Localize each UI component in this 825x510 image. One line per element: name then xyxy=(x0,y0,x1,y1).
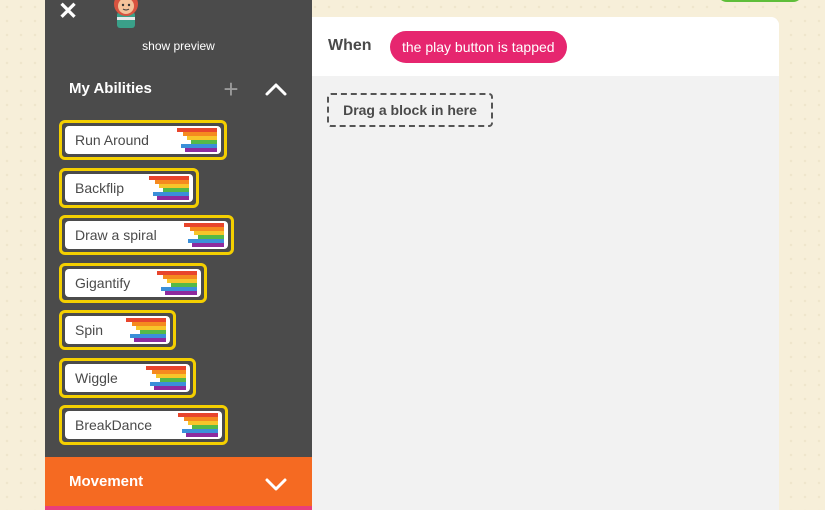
abilities-title: My Abilities xyxy=(69,80,152,97)
rainbow-stripe xyxy=(154,386,186,390)
rainbow-icon xyxy=(171,128,217,154)
chevron-down-icon xyxy=(265,478,287,491)
rainbow-stripe xyxy=(192,243,224,247)
ability-label: Spin xyxy=(75,322,104,338)
ability-block-body: Spin xyxy=(65,316,170,344)
character-avatar-icon[interactable] xyxy=(109,0,143,28)
rainbow-stripe xyxy=(134,338,166,342)
category-movement-label: Movement xyxy=(69,473,144,490)
ability-block-spin[interactable]: Spin xyxy=(59,310,176,350)
ability-label: BreakDance xyxy=(75,417,153,433)
close-button[interactable]: ✕ xyxy=(57,0,79,24)
add-ability-button[interactable]: + xyxy=(219,74,243,104)
trigger-selector[interactable]: the play button is tapped xyxy=(390,31,567,63)
rainbow-icon xyxy=(172,413,218,439)
ability-block-breakdance[interactable]: BreakDance xyxy=(59,405,228,445)
ability-block-body: Wiggle xyxy=(65,364,190,392)
ability-block-gigantify[interactable]: Gigantify xyxy=(59,263,207,303)
block-drop-zone[interactable]: Drag a block in here xyxy=(327,93,493,127)
ability-label: Gigantify xyxy=(75,275,131,291)
ability-block-wiggle[interactable]: Wiggle xyxy=(59,358,196,398)
when-label: When xyxy=(328,37,372,54)
rainbow-stripe xyxy=(185,148,217,152)
rainbow-icon xyxy=(120,318,166,344)
ability-label: Run Around xyxy=(75,132,149,148)
ability-block-body: BreakDance xyxy=(65,411,222,439)
play-button-edge[interactable] xyxy=(717,0,803,2)
ability-label: Wiggle xyxy=(75,370,118,386)
next-category-edge xyxy=(45,506,312,510)
sidebar: ✕ show preview My Abilities + Run Around… xyxy=(45,0,312,510)
chevron-up-icon[interactable] xyxy=(264,78,288,100)
ability-block-backflip[interactable]: Backflip xyxy=(59,168,199,208)
ability-block-body: Run Around xyxy=(65,126,221,154)
rainbow-icon xyxy=(178,223,224,249)
when-bar: When the play button is tapped xyxy=(312,17,779,76)
show-preview-link[interactable]: show preview xyxy=(45,39,312,53)
ability-block-draw-a-spiral[interactable]: Draw a spiral xyxy=(59,215,234,255)
rainbow-stripe xyxy=(186,433,218,437)
ability-block-run-around[interactable]: Run Around xyxy=(59,120,227,160)
rainbow-stripe xyxy=(157,196,189,200)
rainbow-icon xyxy=(140,366,186,392)
rainbow-icon xyxy=(143,176,189,202)
rainbow-stripe xyxy=(165,291,197,295)
rainbow-icon xyxy=(151,271,197,297)
ability-label: Backflip xyxy=(75,180,125,196)
ability-label: Draw a spiral xyxy=(75,227,157,243)
category-movement[interactable]: Movement xyxy=(45,457,312,510)
script-editor: When the play button is tapped Drag a bl… xyxy=(312,17,779,510)
ability-block-body: Gigantify xyxy=(65,269,201,297)
abilities-header: My Abilities + xyxy=(45,72,312,106)
ability-block-body: Backflip xyxy=(65,174,193,202)
ability-block-body: Draw a spiral xyxy=(65,221,228,249)
